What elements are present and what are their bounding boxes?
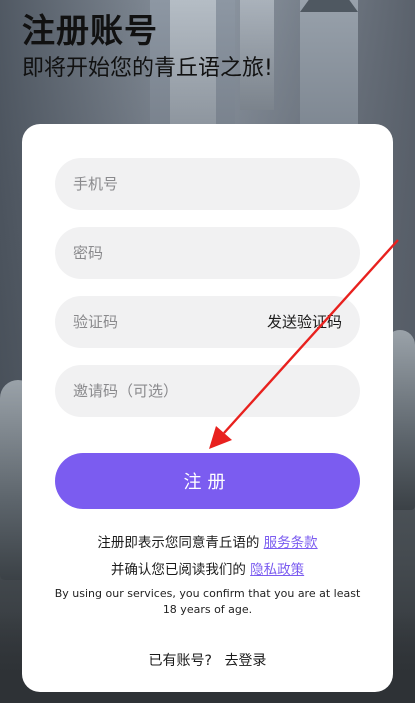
register-button[interactable]: 注册 (55, 453, 360, 509)
verification-code-input[interactable] (73, 296, 253, 348)
phone-field[interactable] (55, 158, 360, 210)
password-input[interactable] (73, 227, 253, 279)
send-code-button[interactable]: 发送验证码 (267, 296, 342, 348)
page-title: 注册账号 (22, 11, 158, 50)
password-field[interactable] (55, 227, 360, 279)
have-account-text: 已有账号? (148, 653, 212, 669)
login-link[interactable]: 去登录 (224, 653, 266, 669)
login-row: 已有账号? 去登录 (22, 650, 393, 670)
service-terms-link[interactable]: 服务条款 (264, 535, 318, 551)
phone-input[interactable] (73, 158, 253, 210)
register-form-card: 发送验证码 注册 注册即表示您同意青丘语的 服务条款 并确认您已阅读我们的 隐私… (22, 124, 393, 692)
privacy-line: 并确认您已阅读我们的 隐私政策 (22, 558, 393, 578)
background-tower-roof (300, 0, 358, 12)
age-confirmation-note: By using our services, you confirm that … (54, 587, 361, 616)
invite-code-input[interactable] (73, 365, 333, 417)
privacy-policy-link[interactable]: 隐私政策 (250, 562, 304, 578)
terms-text: 注册即表示您同意青丘语的 (97, 535, 260, 551)
privacy-text: 并确认您已阅读我们的 (110, 562, 246, 578)
register-screen: 注册账号 即将开始您的青丘语之旅! 发送验证码 注册 注册即表示您同意青丘语的 … (0, 0, 415, 703)
verification-code-field[interactable]: 发送验证码 (55, 296, 360, 348)
terms-line: 注册即表示您同意青丘语的 服务条款 (22, 531, 393, 551)
page-subtitle: 即将开始您的青丘语之旅! (22, 56, 273, 81)
invite-code-field[interactable] (55, 365, 360, 417)
